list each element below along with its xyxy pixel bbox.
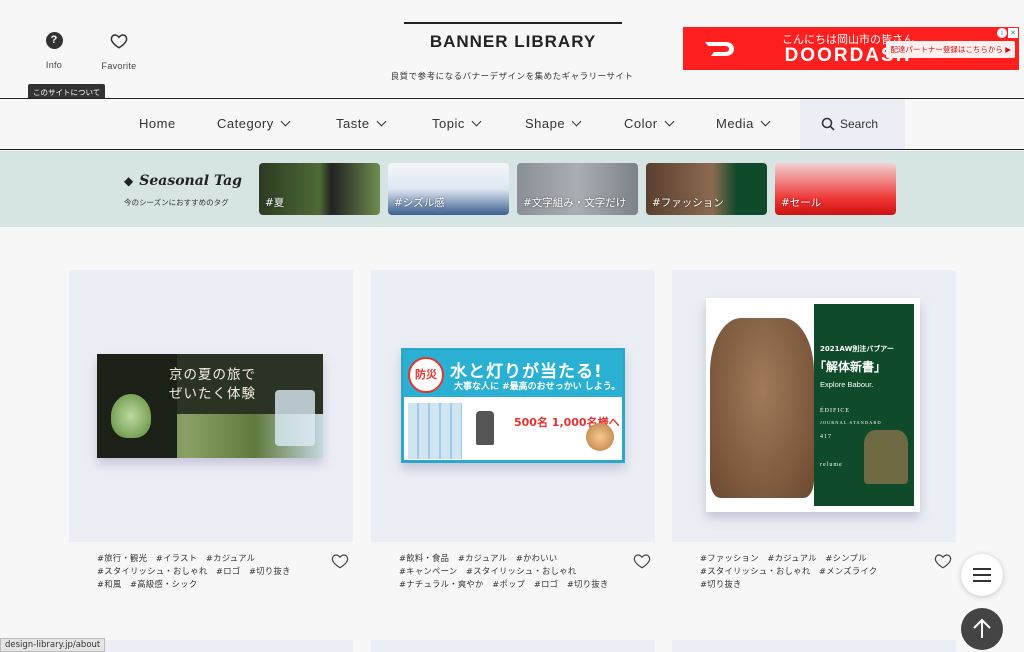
banner-card-partial[interactable]	[69, 640, 353, 652]
seasonal-tag-tile[interactable]: #文字組み・文字だけ	[517, 163, 638, 215]
info-link[interactable]: ? Info	[24, 32, 84, 72]
favorite-link[interactable]: Favorite	[89, 32, 149, 73]
nav-home-label: Home	[139, 116, 176, 131]
seasonal-title: ◆ Seasonal Tag	[124, 173, 242, 189]
nav-category-label: Category	[217, 116, 274, 131]
heart-icon	[110, 34, 128, 49]
banner-brand: ÉDIFICE	[820, 408, 850, 414]
ad-close-icon[interactable]: ✕	[1008, 28, 1018, 38]
card-tags-line[interactable]: #ファッション #カジュアル #シンプル	[700, 552, 922, 565]
ad-cta-button[interactable]: 配達パートナー登録はこちらから ▶	[886, 41, 1015, 58]
ad-banner[interactable]: こんにちは岡山市の皆さん DOORDASH 配達パートナー登録はこちらから ▶ …	[683, 27, 1019, 70]
heart-icon[interactable]	[633, 552, 651, 570]
card-tags-line[interactable]: #スタイリッシュ・おしゃれ #ロゴ #切り抜き	[97, 565, 319, 578]
chevron-down-icon	[280, 116, 291, 127]
nav-home[interactable]: Home	[139, 99, 176, 149]
nav-topic[interactable]: Topic	[432, 99, 482, 149]
seasonal-tag-label: #夏	[265, 197, 285, 209]
banner-seal: 防災	[408, 357, 444, 393]
card-tags-line[interactable]: #キャンペーン #スタイリッシュ・おしゃれ	[399, 565, 621, 578]
status-bar-url: design-library.jp/about	[0, 638, 106, 652]
card-image-area[interactable]: 防災 水と灯りが当たる! 大事な人に #最高のおせっかい しよう。 500名 1…	[371, 270, 655, 542]
logo-text: BANNER LIBRARY	[404, 24, 622, 60]
seasonal-tag-tile[interactable]: #ファッション	[646, 163, 767, 215]
menu-button[interactable]	[961, 554, 1003, 596]
seasonal-tag-label: #シズル感	[394, 197, 445, 209]
seasonal-tag-tile[interactable]: #セール	[775, 163, 896, 215]
banner-brand: relume	[820, 462, 843, 468]
seasonal-tag-label: #ファッション	[652, 197, 724, 209]
banner-subline: Explore Babour.	[820, 380, 874, 389]
nav-shape-label: Shape	[525, 116, 566, 131]
nav-media-label: Media	[716, 116, 754, 131]
banner-image: 2021AW別注バブアー 「解体新書」 Explore Babour. ÉDIF…	[706, 298, 920, 512]
main-nav: Home Category Taste Topic Shape Color Me…	[0, 98, 1024, 150]
banner-subline: 大事な人に #最高のおせっかい しよう。	[454, 382, 621, 392]
banner-image: 京の夏の旅で ぜいたく体験	[97, 354, 323, 458]
chevron-down-icon	[664, 116, 675, 127]
banner-title: 2021AW別注バブアー	[820, 345, 894, 353]
card-tag-list[interactable]: #旅行・観光 #イラスト #カジュアル #スタイリッシュ・おしゃれ #ロゴ #切…	[69, 552, 319, 591]
nav-taste-label: Taste	[336, 116, 370, 131]
banner-headline: 「解体新書」	[814, 360, 887, 374]
site-logo[interactable]: BANNER LIBRARY	[404, 22, 622, 60]
banner-brand: JOURNAL STANDARD	[820, 420, 882, 425]
ad-info-icon[interactable]: i	[997, 28, 1007, 38]
arrow-up-icon	[973, 618, 991, 638]
favorite-label: Favorite	[101, 61, 137, 71]
seasonal-tag-tile[interactable]: #夏	[259, 163, 380, 215]
heart-icon[interactable]	[934, 552, 952, 570]
card-tag-list[interactable]: #ファッション #カジュアル #シンプル #スタイリッシュ・おしゃれ #メンズラ…	[672, 552, 922, 591]
banner-card-partial[interactable]	[371, 640, 655, 652]
card-tag-list[interactable]: #飲料・食品 #カジュアル #かわいい #キャンペーン #スタイリッシュ・おしゃ…	[371, 552, 621, 591]
banner-image: 防災 水と灯りが当たる! 大事な人に #最高のおせっかい しよう。 500名 1…	[401, 348, 625, 463]
seasonal-tag-bar: ◆ Seasonal Tag 今のシーズンにおすすめのタグ #夏 #シズル感 #文…	[0, 151, 1024, 227]
question-circle-icon: ?	[45, 32, 63, 49]
card-tags-line[interactable]: #ナチュラル・爽やか #ポップ #ロゴ #切り抜き	[399, 578, 621, 591]
back-to-top-button[interactable]	[961, 608, 1003, 650]
nav-color[interactable]: Color	[624, 99, 675, 149]
card-tags-line[interactable]: #スタイリッシュ・おしゃれ #メンズライク	[700, 565, 922, 578]
seasonal-tag-label: #セール	[781, 197, 822, 209]
search-label: Search	[840, 117, 879, 131]
banner-headline: 京の夏の旅で ぜいたく体験	[169, 367, 256, 402]
nav-media[interactable]: Media	[716, 99, 771, 149]
card-tags-line[interactable]: #切り抜き	[700, 578, 922, 591]
nav-shape[interactable]: Shape	[525, 99, 582, 149]
site-header: ? Info Favorite このサイトについて BANNER LIBRARY…	[0, 0, 1024, 101]
banner-brand: 417	[820, 434, 832, 440]
nav-topic-label: Topic	[432, 116, 465, 131]
heart-icon[interactable]	[331, 552, 349, 570]
site-tagline: 良質で参考になるバナーデザインを集めたギャラリーサイト	[390, 72, 634, 82]
seasonal-tag-tile[interactable]: #シズル感	[388, 163, 509, 215]
banner-card[interactable]: 2021AW別注バブアー 「解体新書」 Explore Babour. ÉDIF…	[672, 270, 956, 591]
seasonal-title-text: Seasonal Tag	[139, 173, 242, 189]
chevron-down-icon	[471, 116, 482, 127]
nav-taste[interactable]: Taste	[336, 99, 387, 149]
nav-category[interactable]: Category	[217, 99, 291, 149]
card-image-area[interactable]: 京の夏の旅で ぜいたく体験	[69, 270, 353, 542]
chevron-down-icon	[376, 116, 387, 127]
banner-card[interactable]: 防災 水と灯りが当たる! 大事な人に #最高のおせっかい しよう。 500名 1…	[371, 270, 655, 591]
doordash-logo-icon	[705, 42, 734, 56]
magnifier-icon	[821, 117, 835, 131]
seasonal-tag-label: #文字組み・文字だけ	[523, 197, 627, 209]
chevron-down-icon	[571, 116, 582, 127]
tag-icon: ◆	[124, 174, 134, 188]
seasonal-subtitle: 今のシーズンにおすすめのタグ	[124, 198, 229, 207]
banner-card[interactable]: 京の夏の旅で ぜいたく体験 #旅行・観光 #イラスト #カジュアル #スタイリッ…	[69, 270, 353, 591]
search-button[interactable]: Search	[800, 99, 905, 149]
card-tags-line[interactable]: #和風 #高級感・シック	[97, 578, 319, 591]
card-image-area[interactable]: 2021AW別注バブアー 「解体新書」 Explore Babour. ÉDIF…	[672, 270, 956, 542]
card-tags-line[interactable]: #飲料・食品 #カジュアル #かわいい	[399, 552, 621, 565]
banner-card-partial[interactable]	[672, 640, 956, 652]
info-label: Info	[45, 60, 63, 70]
card-tags-line[interactable]: #旅行・観光 #イラスト #カジュアル	[97, 552, 319, 565]
chevron-down-icon	[760, 116, 771, 127]
nav-color-label: Color	[624, 116, 658, 131]
